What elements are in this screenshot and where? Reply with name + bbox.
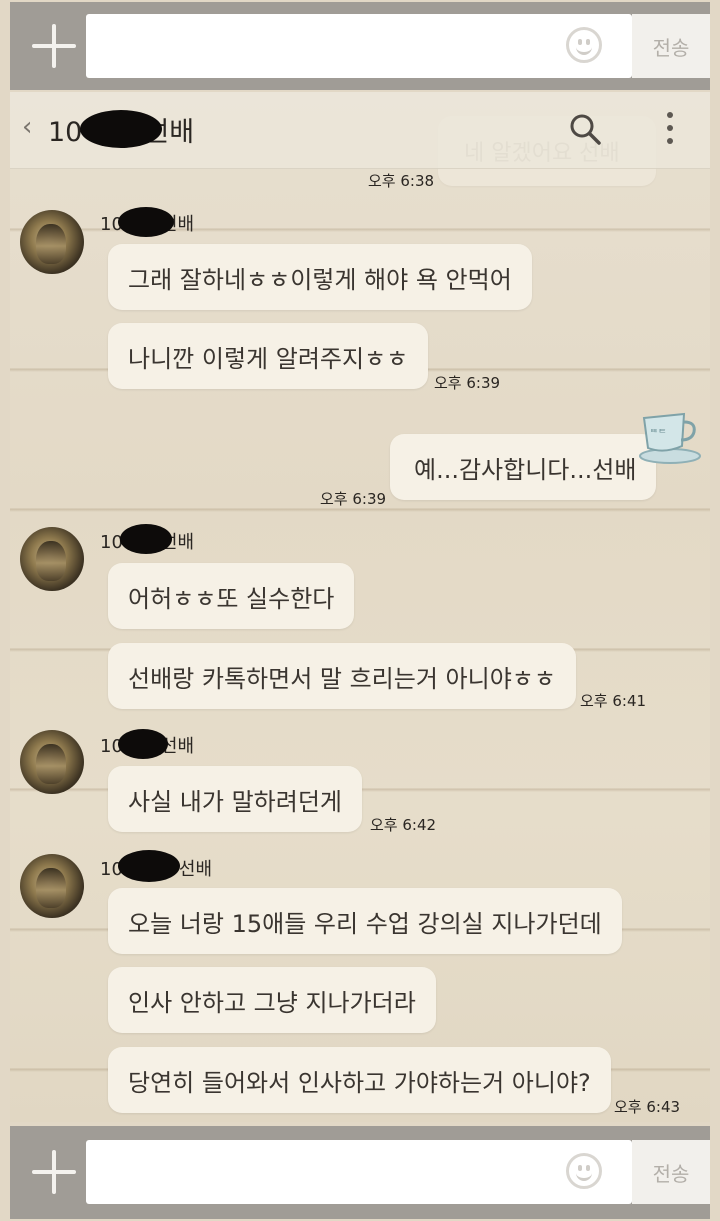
avatar[interactable] (20, 210, 84, 274)
plus-icon[interactable] (32, 1150, 76, 1194)
title-prefix: 10 (48, 117, 83, 148)
message-time: 오후 6:42 (370, 816, 437, 834)
message-time: 오후 6:41 (580, 692, 647, 710)
bottom-input-bar: 전송 (10, 1126, 710, 1219)
avatar[interactable] (20, 730, 84, 794)
message-bubble: 당연히 들어와서 인사하고 가야하는거 아니야? (108, 1047, 611, 1113)
message-bubble: 오늘 너랑 15애들 우리 수업 강의실 지나가던데 (108, 888, 622, 954)
avatar[interactable] (20, 527, 84, 591)
message-time: 오후 6:38 (368, 172, 435, 190)
search-icon[interactable] (568, 112, 602, 146)
message-input-top[interactable] (86, 14, 632, 78)
back-chevron-icon[interactable]: ‹ (22, 112, 32, 142)
plus-icon[interactable] (32, 24, 76, 68)
svg-text:ᄐᄐᄐ: ᄐᄐᄐ (650, 428, 667, 439)
redaction-mark (118, 729, 168, 759)
message-time: 오후 6:39 (320, 490, 387, 508)
avatar[interactable] (20, 854, 84, 918)
teacup-sticker-icon: ᄐᄐᄐ (639, 412, 701, 464)
message-bubble: 나니깐 이렇게 알려주지ㅎㅎ (108, 323, 429, 389)
send-button[interactable]: 전송 (632, 1140, 710, 1204)
redaction-mark (120, 524, 172, 554)
message-bubble: 인사 안하고 그냥 지나가더라 (108, 967, 436, 1033)
emoji-icon[interactable] (566, 1153, 602, 1189)
my-message-bubble: 예...감사합니다...선배 (390, 434, 656, 500)
message-bubble: 사실 내가 말하려던게 (108, 766, 362, 832)
redaction-mark (118, 207, 174, 237)
top-input-bar: 전송 (10, 2, 710, 90)
message-bubble: 어허ㅎㅎ또 실수한다 (108, 563, 355, 629)
message-bubble: 그래 잘하네ㅎㅎ이렇게 해야 욕 안먹어 (108, 244, 532, 310)
send-button-top[interactable]: 전송 (632, 14, 710, 78)
emoji-icon[interactable] (566, 27, 602, 63)
message-bubble: 선배랑 카톡하면서 말 흐리는거 아니야ㅎㅎ (108, 643, 576, 709)
chat-header: ‹ 10 선배 (10, 92, 710, 169)
redaction-mark (80, 110, 162, 148)
redaction-mark (118, 850, 180, 882)
message-input[interactable] (86, 1140, 632, 1204)
more-menu-icon[interactable] (666, 112, 674, 146)
message-time: 오후 6:43 (614, 1098, 681, 1116)
message-time: 오후 6:39 (434, 374, 501, 392)
